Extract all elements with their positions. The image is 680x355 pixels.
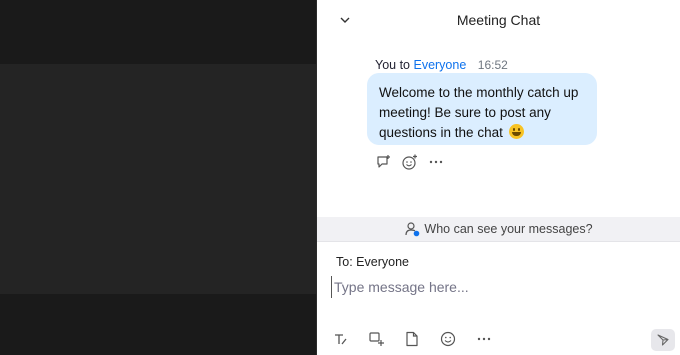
privacy-info-label: Who can see your messages?: [424, 222, 593, 236]
message-time: 16:52: [477, 58, 508, 72]
person-visibility-icon: [405, 222, 420, 237]
message-text: Welcome to the monthly catch up meeting!…: [379, 85, 579, 140]
format-text-icon: [335, 334, 347, 345]
format-text-button[interactable]: [331, 330, 349, 348]
video-area: [0, 0, 316, 355]
more-actions-button[interactable]: [427, 153, 445, 171]
send-icon: [657, 334, 669, 346]
recipient-selector[interactable]: To: Everyone: [336, 255, 409, 269]
message-bubble[interactable]: Welcome to the monthly catch up meeting!…: [367, 73, 597, 145]
add-reaction-icon: [402, 154, 417, 170]
composer-toolbar: [331, 330, 493, 348]
to-label: To:: [336, 255, 353, 269]
message-input[interactable]: [331, 276, 661, 298]
video-tile[interactable]: [0, 64, 316, 294]
message-meta: You to Everyone 16:52: [375, 58, 508, 72]
more-icon: [429, 160, 443, 164]
to-value: Everyone: [356, 255, 409, 269]
file-icon: [406, 331, 418, 347]
message-sender: You to: [375, 58, 410, 72]
chat-title: Meeting Chat: [456, 12, 541, 28]
privacy-info-bar[interactable]: Who can see your messages?: [317, 217, 680, 242]
grinning-face-emoji-icon: [508, 124, 524, 139]
message-actions: [375, 153, 445, 171]
chat-header: Meeting Chat: [317, 0, 680, 40]
reply-button[interactable]: [375, 153, 393, 171]
reply-icon: [377, 155, 390, 168]
screenshot-button[interactable]: [367, 330, 385, 348]
more-icon: [477, 337, 491, 341]
more-options-button[interactable]: [475, 330, 493, 348]
message-recipient-link[interactable]: Everyone: [413, 58, 466, 72]
add-reaction-button[interactable]: [401, 153, 419, 171]
emoji-button[interactable]: [439, 330, 457, 348]
emoji-icon: [440, 331, 456, 347]
screenshot-icon: [369, 332, 384, 346]
send-button[interactable]: [651, 329, 675, 351]
attach-file-button[interactable]: [403, 330, 421, 348]
chat-panel: Meeting Chat You to Everyone 16:52 Welco…: [317, 0, 680, 355]
